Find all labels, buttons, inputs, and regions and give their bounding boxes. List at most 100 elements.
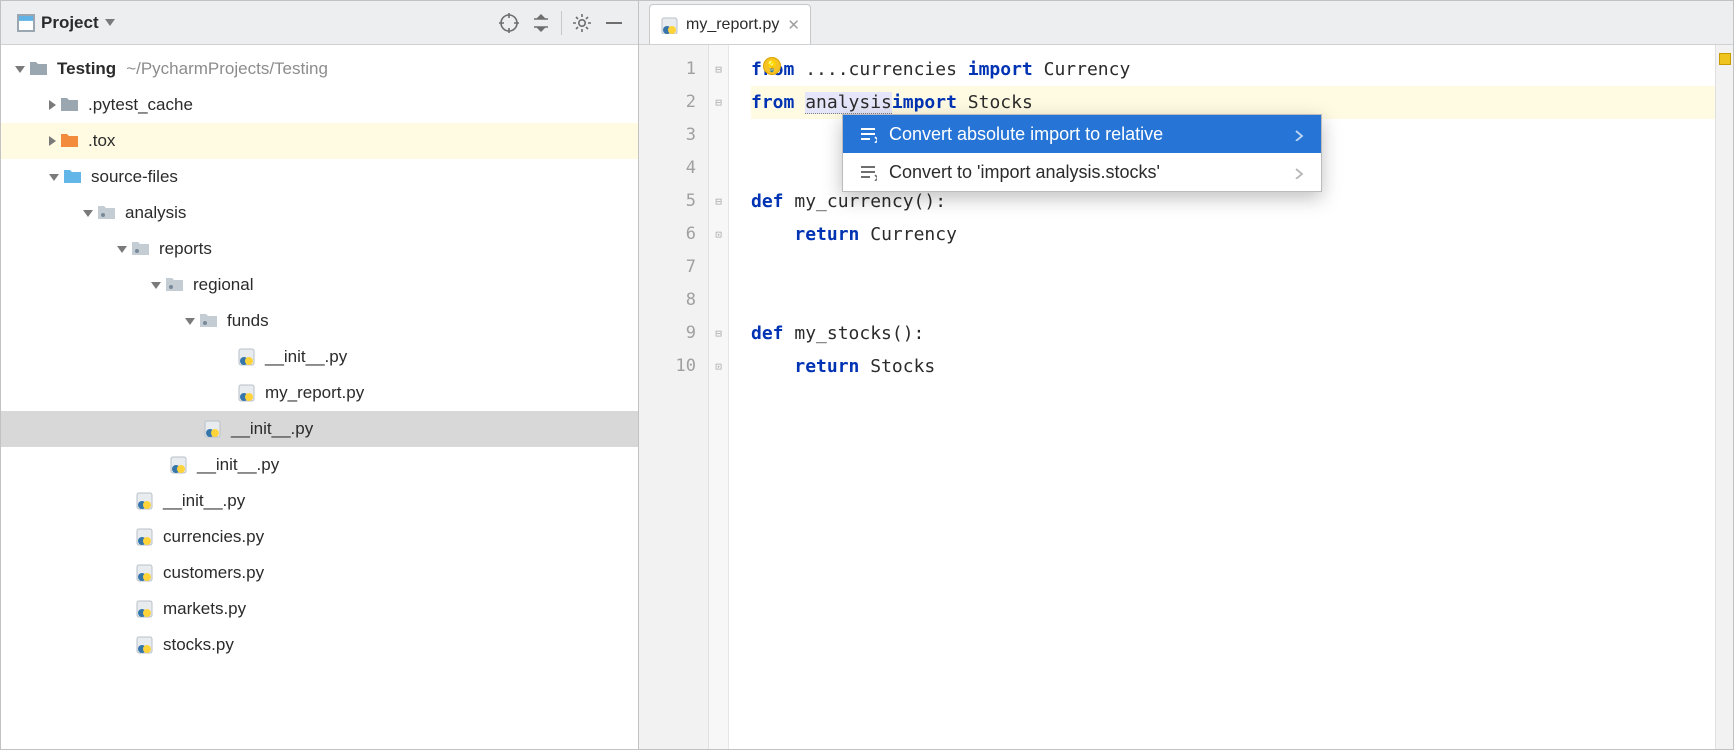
line-number[interactable]: 10: [639, 350, 696, 383]
tree-node-label: __init__.py: [231, 419, 313, 439]
tree-node-label: __init__.py: [163, 491, 245, 511]
line-number[interactable]: 9: [639, 317, 696, 350]
tree-node-source-files[interactable]: source-files: [1, 159, 638, 195]
tree-node-label: .tox: [88, 131, 115, 151]
tree-node-stocks[interactable]: stocks.py: [1, 627, 638, 663]
project-icon: [17, 14, 35, 32]
chevron-down-icon[interactable]: [185, 318, 195, 325]
warning-marker-icon[interactable]: [1719, 53, 1731, 65]
tree-node-tox[interactable]: .tox: [1, 123, 638, 159]
tree-node-regional-init[interactable]: __init__.py: [1, 411, 638, 447]
chevron-down-icon[interactable]: [49, 174, 59, 181]
code-line[interactable]: from ....currencies import Currency: [751, 53, 1715, 86]
package-icon: [199, 311, 219, 331]
python-file-icon: [135, 491, 155, 511]
fold-marker-icon[interactable]: ⊟: [709, 86, 728, 119]
line-number[interactable]: 3: [639, 119, 696, 152]
code-line[interactable]: return Currency: [751, 218, 1715, 251]
toolbar-divider: [561, 11, 562, 35]
tree-node-markets[interactable]: markets.py: [1, 591, 638, 627]
project-tool-header: Project: [1, 1, 638, 45]
editor-tab-my-report[interactable]: my_report.py ✕: [649, 4, 811, 44]
intention-actions-popup: Convert absolute import to relative Conv…: [842, 114, 1322, 192]
tree-node-funds[interactable]: funds: [1, 303, 638, 339]
tree-node-label: stocks.py: [163, 635, 234, 655]
python-file-icon: [203, 419, 223, 439]
fold-marker-icon[interactable]: ⊟: [709, 53, 728, 86]
intention-convert-import[interactable]: Convert to 'import analysis.stocks': [843, 153, 1321, 191]
tree-node-label: reports: [159, 239, 212, 259]
tree-node-label: funds: [227, 311, 269, 331]
tree-node-reports[interactable]: reports: [1, 231, 638, 267]
fold-end-icon[interactable]: ⊡: [709, 350, 728, 383]
package-icon: [165, 275, 185, 295]
tree-node-analysis[interactable]: analysis: [1, 195, 638, 231]
project-tool-window: Project Testing ~/PycharmProjects/Testin…: [1, 1, 639, 749]
tree-node-project-root[interactable]: Testing ~/PycharmProjects/Testing: [1, 51, 638, 87]
package-icon: [97, 203, 117, 223]
tree-node-label: my_report.py: [265, 383, 364, 403]
source-folder-icon: [63, 167, 83, 187]
chevron-right-icon: [1293, 165, 1305, 179]
chevron-down-icon[interactable]: [83, 210, 93, 217]
tree-node-pytest-cache[interactable]: .pytest_cache: [1, 87, 638, 123]
tree-node-label: Testing: [57, 59, 116, 79]
settings-button[interactable]: [566, 7, 598, 39]
tree-node-path: ~/PycharmProjects/Testing: [126, 59, 328, 79]
python-file-icon: [660, 16, 678, 34]
python-file-icon: [237, 347, 257, 367]
chevron-down-icon[interactable]: [151, 282, 161, 289]
line-number[interactable]: 7: [639, 251, 696, 284]
code-line[interactable]: return Stocks: [751, 350, 1715, 383]
tree-node-currencies[interactable]: currencies.py: [1, 519, 638, 555]
tree-node-label: regional: [193, 275, 254, 295]
line-number[interactable]: 4: [639, 152, 696, 185]
collapse-all-button[interactable]: [525, 7, 557, 39]
tree-node-label: markets.py: [163, 599, 246, 619]
python-file-icon: [135, 563, 155, 583]
minimize-icon: [604, 13, 624, 33]
excluded-folder-icon: [60, 131, 80, 151]
close-icon[interactable]: ✕: [787, 16, 800, 34]
project-tree[interactable]: Testing ~/PycharmProjects/Testing .pytes…: [1, 45, 638, 749]
python-file-icon: [135, 635, 155, 655]
tree-node-my-report[interactable]: my_report.py: [1, 375, 638, 411]
tree-node-label: source-files: [91, 167, 178, 187]
tree-node-customers[interactable]: customers.py: [1, 555, 638, 591]
code-line[interactable]: [751, 251, 1715, 284]
editor-tab-label: my_report.py: [686, 16, 779, 34]
tree-node-label: __init__.py: [197, 455, 279, 475]
fold-end-icon[interactable]: ⊡: [709, 218, 728, 251]
chevron-down-icon[interactable]: [117, 246, 127, 253]
fold-marker-icon[interactable]: ⊟: [709, 185, 728, 218]
code-line[interactable]: [751, 284, 1715, 317]
fold-gutter[interactable]: ⊟ ⊟ ⊟ ⊡ ⊟ ⊡: [709, 45, 729, 749]
intention-convert-relative[interactable]: Convert absolute import to relative: [843, 115, 1321, 153]
intention-icon: [859, 163, 877, 181]
tree-node-funds-init[interactable]: __init__.py: [1, 339, 638, 375]
folder-icon: [60, 95, 80, 115]
error-stripe[interactable]: [1715, 45, 1733, 749]
chevron-down-icon: [105, 19, 115, 26]
line-number-gutter[interactable]: 1 2 3 4 5 6 7 8 9 10: [639, 45, 709, 749]
code-line[interactable]: def my_stocks():: [751, 317, 1715, 350]
tree-node-reports-init[interactable]: __init__.py: [1, 447, 638, 483]
line-number[interactable]: 6: [639, 218, 696, 251]
chevron-right-icon[interactable]: [49, 100, 56, 110]
line-number[interactable]: 8: [639, 284, 696, 317]
intention-bulb-icon[interactable]: 💡: [763, 57, 781, 75]
tree-node-label: customers.py: [163, 563, 264, 583]
project-view-selector[interactable]: Project: [9, 9, 123, 37]
line-number[interactable]: 2: [639, 86, 696, 119]
scroll-from-source-button[interactable]: [493, 7, 525, 39]
target-icon: [499, 13, 519, 33]
tree-node-analysis-init[interactable]: __init__.py: [1, 483, 638, 519]
chevron-down-icon[interactable]: [15, 66, 25, 73]
tree-node-regional[interactable]: regional: [1, 267, 638, 303]
hide-toolwindow-button[interactable]: [598, 7, 630, 39]
line-number[interactable]: 5: [639, 185, 696, 218]
intention-icon: [859, 125, 877, 143]
chevron-right-icon[interactable]: [49, 136, 56, 146]
line-number[interactable]: 1: [639, 53, 696, 86]
fold-marker-icon[interactable]: ⊟: [709, 317, 728, 350]
